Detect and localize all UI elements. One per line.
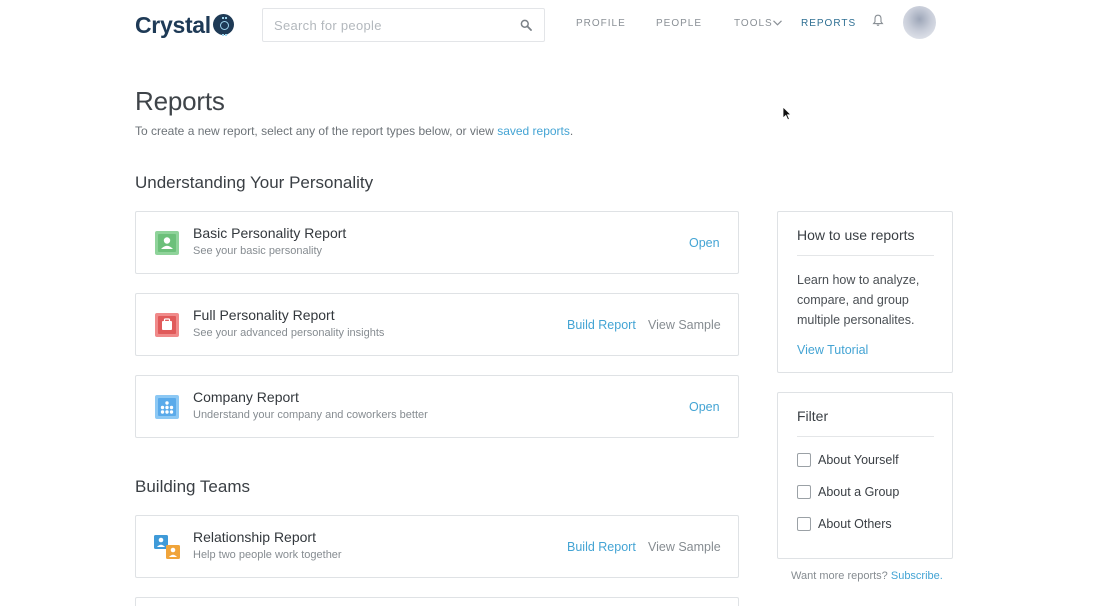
filter-option-about-a-group[interactable]: About a Group — [797, 485, 899, 499]
search-input[interactable] — [263, 9, 503, 41]
search-icon[interactable] — [520, 19, 532, 31]
build-report-button[interactable]: Build Report — [567, 540, 636, 554]
filter-option-label: About Yourself — [818, 453, 899, 467]
user-avatar[interactable] — [903, 6, 936, 39]
saved-reports-link[interactable]: saved reports — [497, 124, 570, 138]
report-card-partial[interactable] — [135, 597, 739, 606]
report-card-full-personality[interactable]: Full Personality Report See your advance… — [135, 293, 739, 356]
crystal-logo[interactable]: Crystal — [135, 12, 234, 39]
search-box — [262, 8, 545, 42]
filter-option-label: About a Group — [818, 485, 900, 499]
org-chart-icon — [155, 395, 179, 419]
logo-mark-icon — [212, 13, 234, 36]
checkbox[interactable] — [797, 485, 811, 499]
checkbox[interactable] — [797, 453, 811, 467]
report-title: Relationship Report — [193, 529, 316, 545]
subscribe-link[interactable]: Subscribe. — [891, 570, 943, 582]
top-navbar: Crystal PROFILE PEOPLE TOOLS REPORTS — [0, 0, 1100, 50]
bell-icon[interactable] — [872, 14, 884, 27]
subtitle-text: To create a new report, select any of th… — [135, 124, 498, 138]
view-sample-button[interactable]: View Sample — [648, 318, 721, 332]
footnote-text: Want more reports? — [791, 570, 891, 582]
divider — [797, 436, 934, 437]
how-to-use-title: How to use reports — [797, 227, 915, 243]
view-sample-button[interactable]: View Sample — [648, 540, 721, 554]
report-description: See your basic personality — [193, 245, 323, 257]
two-people-icon — [154, 535, 180, 559]
nav-profile[interactable]: PROFILE — [576, 18, 626, 29]
view-tutorial-link[interactable]: View Tutorial — [797, 343, 868, 357]
report-description: See your advanced personality insights — [193, 327, 385, 339]
page-subtitle: To create a new report, select any of th… — [135, 124, 573, 138]
report-card-relationship[interactable]: Relationship Report Help two people work… — [135, 515, 739, 578]
section-title-personality: Understanding Your Personality — [135, 173, 374, 192]
report-description: Understand your company and coworkers be… — [193, 409, 428, 421]
open-button[interactable]: Open — [689, 236, 720, 250]
filter-panel: Filter About Yourself About a Group Abou… — [777, 392, 953, 559]
checkbox[interactable] — [797, 517, 811, 531]
report-card-company[interactable]: Company Report Understand your company a… — [135, 375, 739, 438]
report-title: Basic Personality Report — [193, 225, 347, 241]
chevron-down-icon[interactable] — [773, 20, 782, 26]
more-reports-note: Want more reports? Subscribe. — [791, 570, 943, 582]
person-card-icon — [155, 231, 179, 255]
nav-people[interactable]: PEOPLE — [656, 18, 702, 29]
how-to-use-panel: How to use reports Learn how to analyze,… — [777, 211, 953, 373]
filter-option-about-others[interactable]: About Others — [797, 517, 892, 531]
page-title: Reports — [135, 86, 225, 116]
section-title-teams: Building Teams — [135, 477, 250, 496]
report-title: Company Report — [193, 389, 299, 405]
open-button[interactable]: Open — [689, 400, 720, 414]
nav-reports[interactable]: REPORTS — [801, 18, 856, 29]
how-to-use-text: Learn how to analyze, compare, and group… — [797, 273, 920, 327]
logo-text: Crystal — [135, 12, 211, 38]
filter-option-label: About Others — [818, 517, 892, 531]
filter-title: Filter — [797, 408, 829, 424]
divider — [797, 255, 934, 256]
build-report-button[interactable]: Build Report — [567, 318, 636, 332]
report-description: Help two people work together — [193, 549, 342, 561]
subtitle-period: . — [569, 124, 574, 138]
report-card-basic-personality[interactable]: Basic Personality Report See your basic … — [135, 211, 739, 274]
mouse-cursor-icon — [782, 106, 792, 121]
report-title: Full Personality Report — [193, 307, 335, 323]
filter-option-about-yourself[interactable]: About Yourself — [797, 453, 899, 467]
briefcase-icon — [155, 313, 179, 337]
nav-tools[interactable]: TOOLS — [734, 18, 773, 29]
